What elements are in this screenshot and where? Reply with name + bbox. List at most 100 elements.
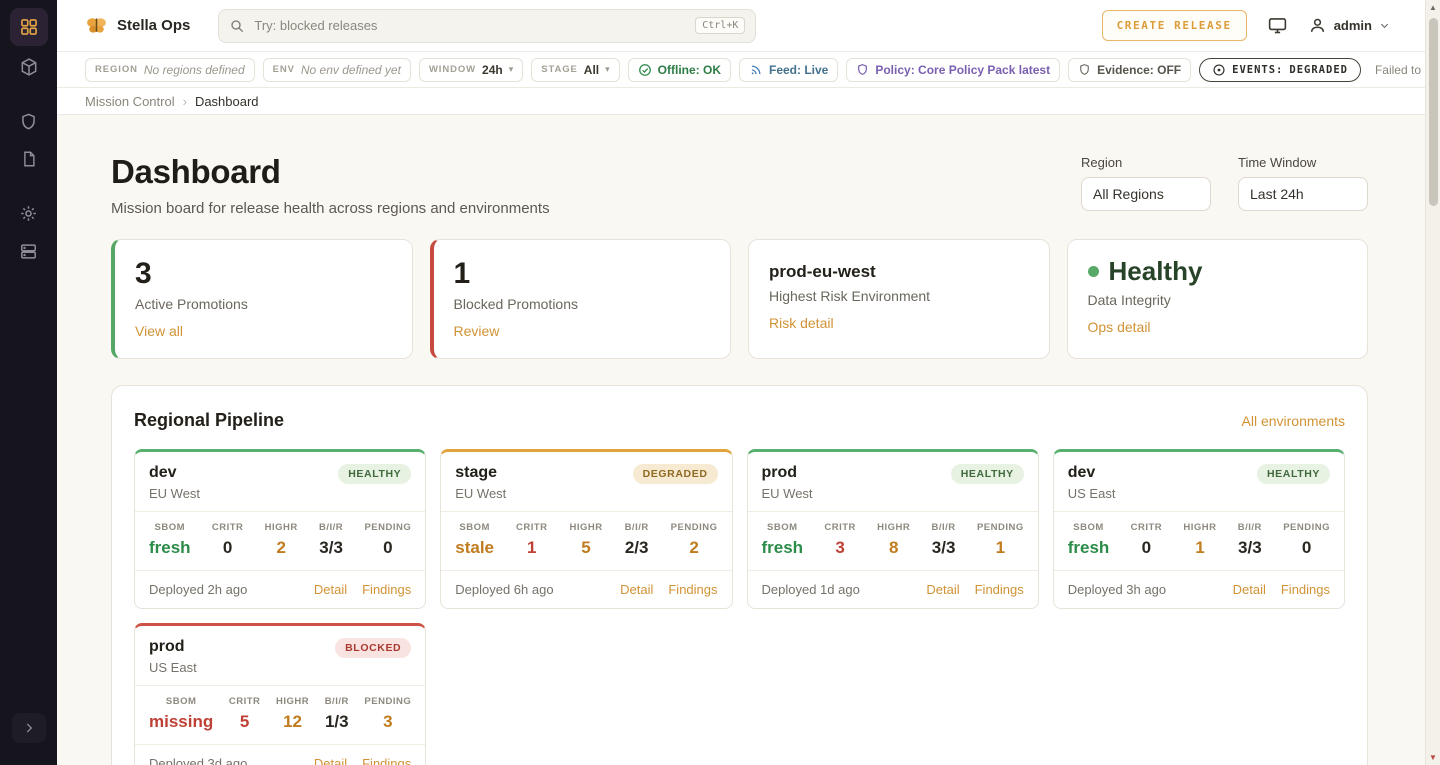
detail-link[interactable]: Detail <box>314 582 347 597</box>
metric-critr-value: 5 <box>240 712 249 731</box>
stat-label: Blocked Promotions <box>454 296 711 312</box>
main-content: Dashboard Mission board for release heal… <box>57 115 1440 765</box>
metric-highr-value: 5 <box>581 538 590 557</box>
environment-region: US East <box>149 660 197 675</box>
metric-highr-label: HIGHR <box>569 522 602 533</box>
time-window-filter-select[interactable]: Last 24h <box>1238 177 1368 211</box>
environment-name: dev <box>1068 464 1116 482</box>
evidence-status-text: Evidence: OFF <box>1097 63 1181 77</box>
detail-link[interactable]: Detail <box>1233 582 1266 597</box>
detail-link[interactable]: Detail <box>314 756 347 765</box>
pipeline-card: dev EU West HEALTHY SBOM fresh CRITR <box>134 449 426 609</box>
sidebar-item-releases[interactable] <box>10 50 48 84</box>
metric-sbom: SBOM missing <box>149 696 213 732</box>
metric-sbom: SBOM fresh <box>762 522 804 558</box>
offline-status-chip: Offline: OK <box>628 58 731 82</box>
metric-critr-value: 0 <box>223 538 232 557</box>
stat-value: 3 <box>135 257 392 290</box>
search-input[interactable] <box>254 18 686 33</box>
stat-label: Data Integrity <box>1088 292 1348 308</box>
sidebar-expand-button[interactable] <box>12 713 46 743</box>
policy-status-chip[interactable]: Policy: Core Policy Pack latest <box>846 58 1060 82</box>
findings-link[interactable]: Findings <box>362 582 411 597</box>
findings-link[interactable]: Findings <box>975 582 1024 597</box>
metric-bir: B/I/R 3/3 <box>1238 522 1262 558</box>
brand-name: Stella Ops <box>117 17 190 34</box>
feed-status-text: Feed: Live <box>769 63 828 77</box>
app-brand: Stella Ops <box>85 14 190 37</box>
metric-highr-value: 8 <box>889 538 898 557</box>
events-status-pill[interactable]: EVENTS: DEGRADED <box>1199 58 1361 82</box>
stage-context-dropdown[interactable]: STAGE All ▾ <box>531 58 619 82</box>
findings-link[interactable]: Findings <box>362 756 411 765</box>
metric-critr: CRITR 5 <box>229 696 261 732</box>
stat-label: Highest Risk Environment <box>769 288 1029 304</box>
detail-link[interactable]: Detail <box>620 582 653 597</box>
check-circle-icon <box>638 63 652 77</box>
region-filter-select[interactable]: All Regions <box>1081 177 1211 211</box>
user-menu[interactable]: admin <box>1308 16 1390 35</box>
stat-value: prod-eu-west <box>769 257 1029 282</box>
scrollbar-thumb[interactable] <box>1429 18 1438 206</box>
metric-bir: B/I/R 2/3 <box>625 522 649 558</box>
window-context-dropdown[interactable]: WINDOW 24h ▾ <box>419 58 523 82</box>
events-value: DEGRADED <box>1289 64 1348 76</box>
sidebar-item-infrastructure[interactable] <box>10 234 48 268</box>
metric-pending-label: PENDING <box>671 522 718 533</box>
sidebar-item-security[interactable] <box>10 104 48 138</box>
global-search[interactable]: Ctrl+K <box>218 9 756 43</box>
stat-value: Healthy <box>1088 257 1348 286</box>
sidebar-item-dashboard[interactable] <box>10 8 48 46</box>
stage-chip-label: STAGE <box>541 64 578 75</box>
pipeline-card: prod US East BLOCKED SBOM missing CR <box>134 623 426 765</box>
status-badge: DEGRADED <box>633 464 718 484</box>
sidebar-item-documents[interactable] <box>10 142 48 176</box>
stat-card: Healthy Data Integrity Ops detail <box>1067 239 1369 359</box>
breadcrumb-separator: › <box>183 94 187 109</box>
metric-critr-value: 3 <box>835 538 844 557</box>
metric-highr: HIGHR 1 <box>1183 522 1216 558</box>
metric-pending: PENDING 3 <box>364 696 411 732</box>
environment-region: EU West <box>455 486 506 501</box>
region-filter-label: Region <box>1081 155 1211 170</box>
metric-bir-value: 2/3 <box>625 538 649 557</box>
pipeline-card: dev US East HEALTHY SBOM fresh CRITR <box>1053 449 1345 609</box>
metric-highr: HIGHR 2 <box>265 522 298 558</box>
metric-pending-label: PENDING <box>1283 522 1330 533</box>
stat-card: 1 Blocked Promotions Review <box>430 239 732 359</box>
status-badge: HEALTHY <box>951 464 1024 484</box>
stat-link[interactable]: Ops detail <box>1088 319 1151 335</box>
user-icon <box>1308 16 1327 35</box>
metric-critr-label: CRITR <box>1131 522 1163 533</box>
metric-sbom: SBOM fresh <box>149 522 191 558</box>
panel-title: Regional Pipeline <box>134 410 284 431</box>
findings-link[interactable]: Findings <box>668 582 717 597</box>
environment-region: US East <box>1068 486 1116 501</box>
env-context-chip[interactable]: ENV No env defined yet <box>263 58 411 82</box>
butterfly-logo-icon <box>85 14 108 37</box>
sidebar-item-settings[interactable] <box>10 196 48 230</box>
findings-link[interactable]: Findings <box>1281 582 1330 597</box>
display-mode-button[interactable] <box>1267 15 1288 36</box>
pipeline-grid: dev EU West HEALTHY SBOM fresh CRITR <box>134 449 1345 765</box>
create-release-button[interactable]: CREATE RELEASE <box>1102 10 1247 41</box>
environment-name: stage <box>455 464 506 482</box>
detail-link[interactable]: Detail <box>926 582 959 597</box>
breadcrumb-mission-control[interactable]: Mission Control <box>85 94 175 109</box>
scroll-up-arrow[interactable]: ▲ <box>1429 0 1437 15</box>
region-context-chip[interactable]: REGION No regions defined <box>85 58 255 82</box>
scrollbar: ▲ ▼ <box>1425 0 1440 765</box>
stat-card: prod-eu-west Highest Risk Environment Ri… <box>748 239 1050 359</box>
metric-critr-label: CRITR <box>212 522 244 533</box>
metric-critr: CRITR 0 <box>212 522 244 558</box>
scroll-down-arrow[interactable]: ▼ <box>1429 750 1437 765</box>
metric-critr-value: 0 <box>1142 538 1151 557</box>
metric-bir: B/I/R 3/3 <box>319 522 343 558</box>
metric-pending-label: PENDING <box>364 696 411 707</box>
chevron-down-icon <box>1379 20 1390 31</box>
stat-link[interactable]: View all <box>135 323 183 339</box>
stat-link[interactable]: Review <box>454 323 500 339</box>
metric-bir-label: B/I/R <box>625 522 649 533</box>
all-environments-link[interactable]: All environments <box>1242 413 1346 429</box>
stat-link[interactable]: Risk detail <box>769 315 834 331</box>
